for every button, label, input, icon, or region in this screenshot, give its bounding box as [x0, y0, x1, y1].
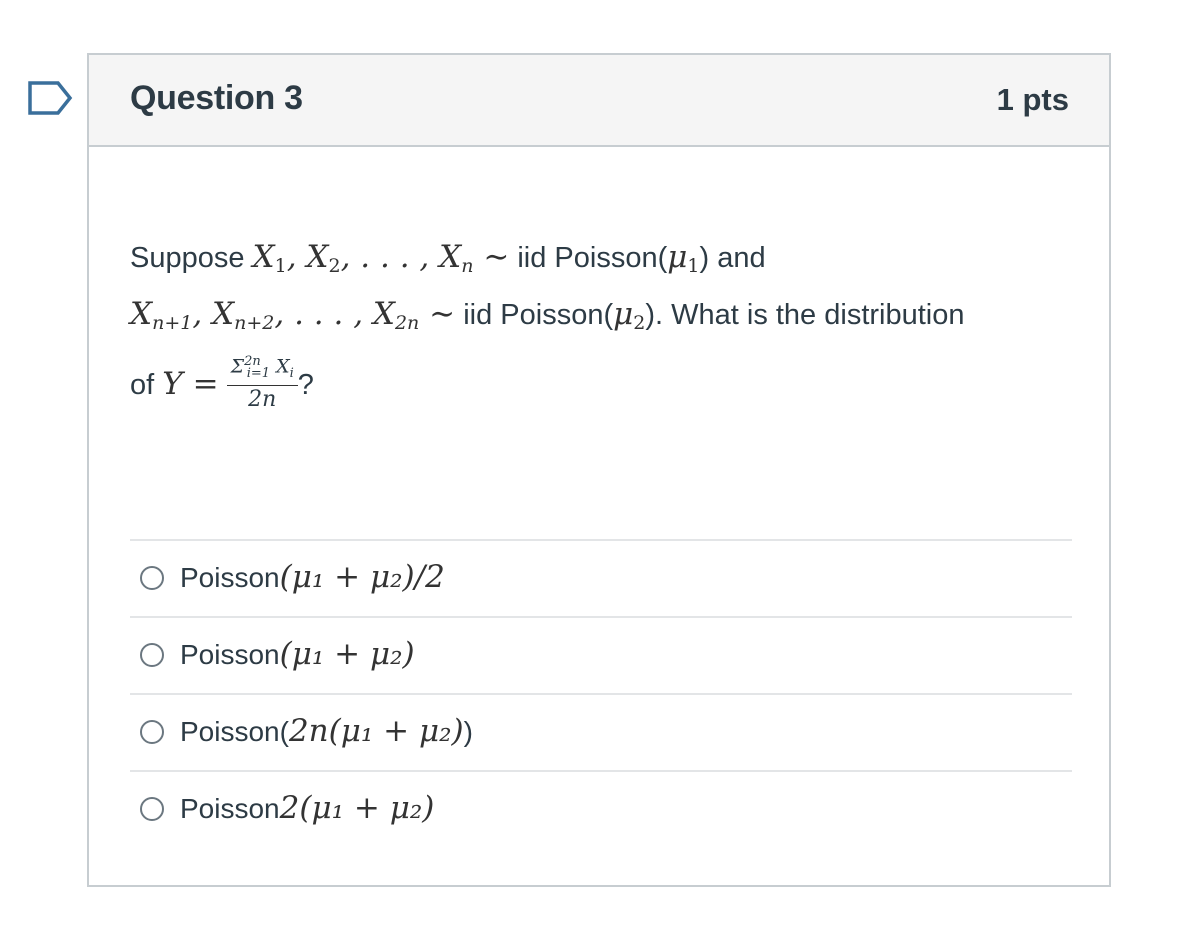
- question-title: Question 3: [130, 79, 303, 117]
- question-header: Question 3 1 pts: [89, 55, 1109, 147]
- radio-unchecked-icon[interactable]: [140, 797, 164, 821]
- answer-option-1[interactable]: Poisson(μ₁ + μ₂)/2: [130, 539, 1072, 616]
- answer-option-3[interactable]: Poisson(2n(μ₁ + μ₂)): [130, 693, 1072, 770]
- prompt-line-1: Suppose X1, X2, . . . , Xn ∼ iid Poisson…: [130, 239, 766, 277]
- radio-unchecked-icon[interactable]: [140, 643, 164, 667]
- radio-unchecked-icon[interactable]: [140, 720, 164, 744]
- answer-option-2[interactable]: Poisson(μ₁ + μ₂): [130, 616, 1072, 693]
- math-fraction: Σ2ni=1 Xi 2n: [226, 351, 298, 414]
- prompt-line-2: Xn+1, Xn+2, . . . , X2n ∼ iid Poisson(μ2…: [130, 296, 965, 334]
- math-x-sequence: X1, X2, . . . , Xn ∼: [252, 239, 510, 277]
- prompt-line-3: of Y = Σ2ni=1 Xi 2n ?: [130, 354, 1080, 418]
- answer-option-4[interactable]: Poisson2(μ₁ + μ₂): [130, 770, 1072, 847]
- flag-question-icon[interactable]: [26, 80, 74, 116]
- answer-list: Poisson(μ₁ + μ₂)/2 Poisson(μ₁ + μ₂) Pois…: [130, 539, 1072, 847]
- question-prompt: Suppose X1, X2, . . . , Xn ∼ iid Poisson…: [130, 233, 1080, 418]
- question-card: Question 3 1 pts Suppose X1, X2, . . . ,…: [87, 53, 1111, 887]
- question-points: 1 pts: [996, 82, 1069, 117]
- radio-unchecked-icon[interactable]: [140, 566, 164, 590]
- math-x-sequence-2: Xn+1, Xn+2, . . . , X2n ∼: [130, 296, 456, 334]
